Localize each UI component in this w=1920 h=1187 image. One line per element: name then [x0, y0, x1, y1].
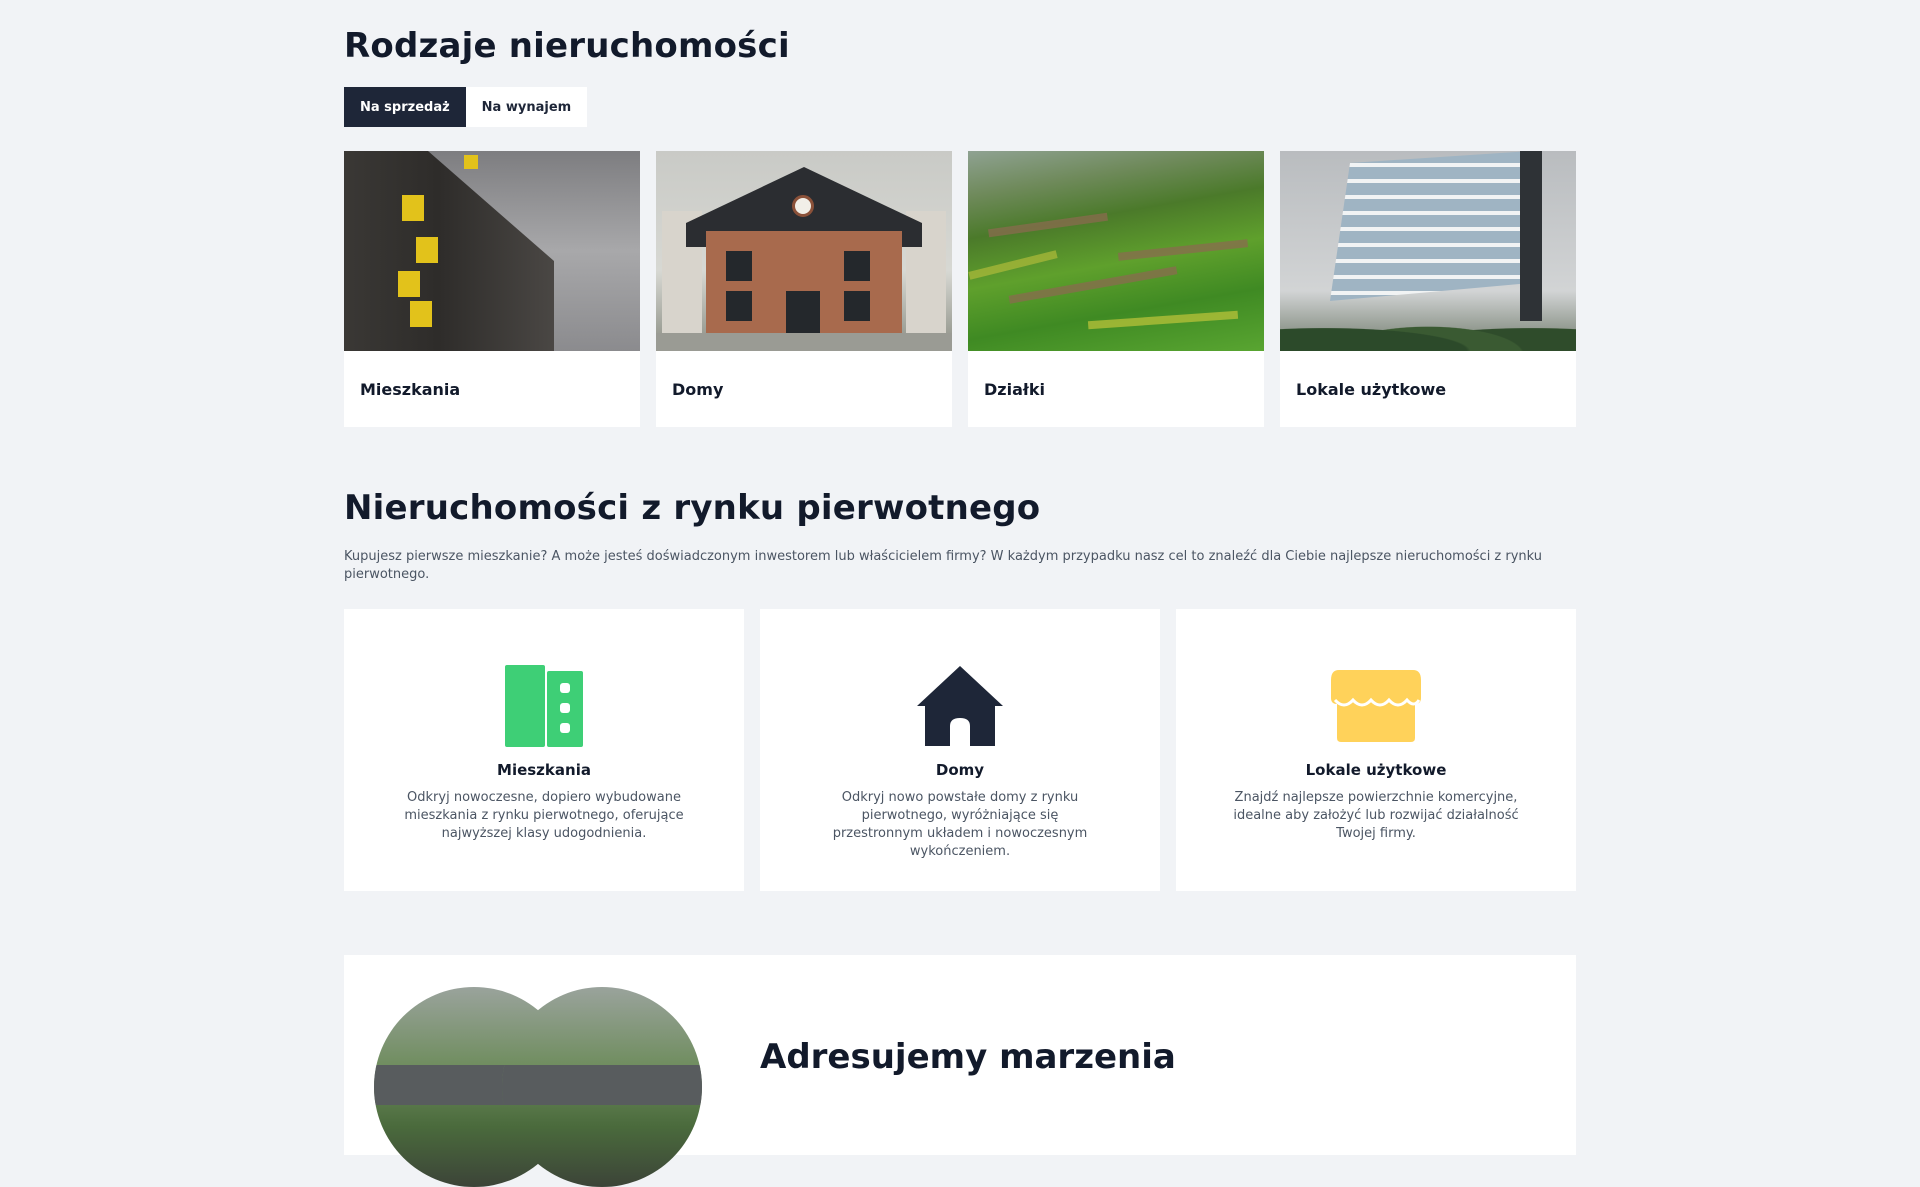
property-type-label: Działki [984, 379, 1045, 399]
property-type-card-houses[interactable]: Domy [656, 151, 952, 427]
feature-description: Znajdź najlepsze powierzchnie komercyjne… [1233, 790, 1519, 841]
section-title-dream: Adresujemy marzenia [760, 1037, 1176, 1077]
property-type-label: Lokale użytkowe [1296, 379, 1447, 399]
feature-description: Odkryj nowoczesne, dopiero wybudowane mi… [404, 790, 684, 841]
feature-description: Odkryj nowo powstałe domy z rynku pierwo… [832, 790, 1088, 859]
feature-card-commercial[interactable]: Lokale użytkowe Znajdź najlepsze powierz… [1176, 609, 1576, 891]
apartments-photo [344, 151, 640, 351]
primary-market-cards: Mieszkania Odkryj nowoczesne, dopiero wy… [344, 609, 1576, 891]
feature-title: Lokale użytkowe [1305, 761, 1447, 779]
feature-card-apartments[interactable]: Mieszkania Odkryj nowoczesne, dopiero wy… [344, 609, 744, 891]
property-type-cards: Mieszkania Domy Działki Lokale użytkowe [344, 151, 1576, 427]
property-type-card-commercial[interactable]: Lokale użytkowe [1280, 151, 1576, 427]
storefront-icon [1331, 663, 1421, 749]
feature-title: Mieszkania [497, 761, 591, 779]
section-description: Kupujesz pierwsze mieszkanie? A może jes… [344, 549, 1543, 582]
tab-for-sale[interactable]: Na sprzedaż [344, 87, 466, 127]
property-type-label: Mieszkania [360, 379, 461, 399]
feature-card-houses[interactable]: Domy Odkryj nowo powstałe domy z rynku p… [760, 609, 1160, 891]
property-type-label: Domy [672, 379, 724, 399]
office-building-photo [1280, 151, 1576, 351]
feature-title: Domy [935, 761, 985, 779]
section-title-property-types: Rodzaje nieruchomości [344, 26, 790, 66]
listing-type-tabs: Na sprzedaż Na wynajem [344, 87, 588, 127]
property-type-card-apartments[interactable]: Mieszkania [344, 151, 640, 427]
property-type-card-plots[interactable]: Działki [968, 151, 1264, 427]
house-photo-circle [502, 987, 702, 1187]
house-photo [656, 151, 952, 351]
house-icon [915, 663, 1005, 749]
section-title-primary-market: Nieruchomości z rynku pierwotnego [344, 488, 1041, 528]
tab-for-rent[interactable]: Na wynajem [465, 87, 588, 127]
dream-section: Adresujemy marzenia [344, 955, 1576, 1187]
apartment-building-icon [499, 663, 589, 749]
land-photo [968, 151, 1264, 351]
